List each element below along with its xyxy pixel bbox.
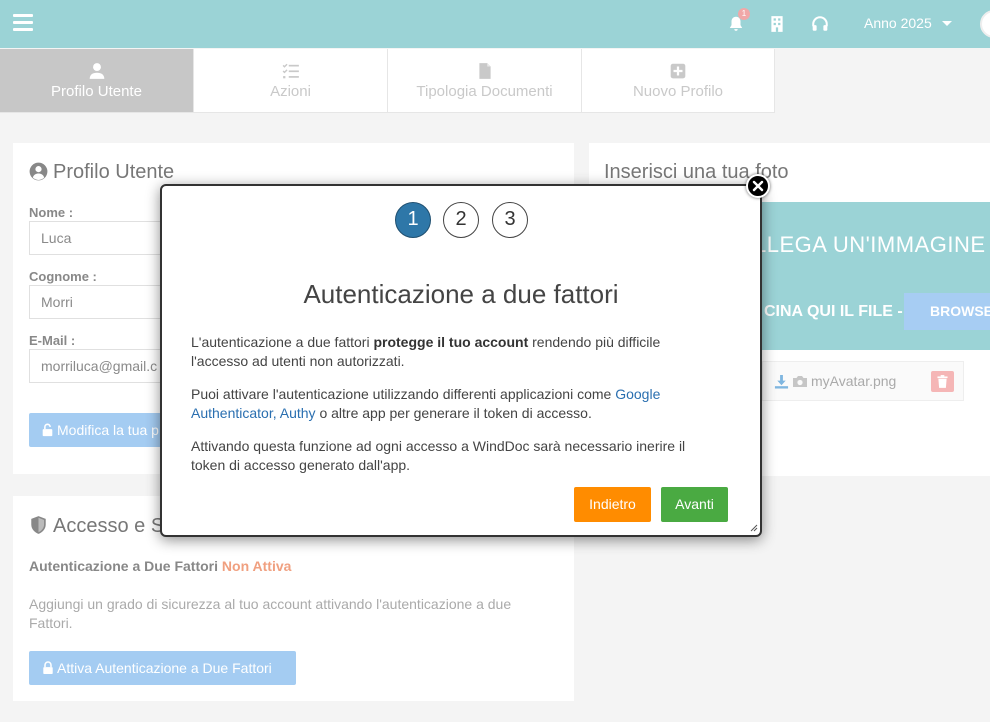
name-label: Nome : <box>29 205 74 220</box>
twofa-label: Autenticazione a Due Fattori <box>29 558 219 574</box>
plus-square-icon <box>670 63 686 79</box>
uploaded-file-row: myAvatar.png <box>762 361 964 401</box>
browse-button[interactable]: BROWSE <box>904 293 990 330</box>
tab-nuovo-profilo[interactable]: Nuovo Profilo <box>582 49 775 113</box>
twofa-status-line: Autenticazione a Due Fattori Non Attiva <box>29 558 291 574</box>
tab-profilo-utente[interactable]: Profilo Utente <box>0 49 194 113</box>
hamburger-menu-icon[interactable] <box>13 14 33 32</box>
tab-label: Nuovo Profilo <box>632 83 724 100</box>
tasks-icon <box>282 63 299 79</box>
modal-paragraph-1: L'autenticazione a due fattori protegge … <box>191 333 721 371</box>
step-3[interactable]: 3 <box>492 202 528 238</box>
security-title: Accesso e S <box>53 515 163 537</box>
step-2[interactable]: 2 <box>443 202 479 238</box>
delete-file-button[interactable] <box>931 371 954 392</box>
modal-paragraph-3: Attivando questa funzione ad ogni access… <box>191 438 686 473</box>
notification-badge: 1 <box>738 8 750 20</box>
activate-2fa-label: Attiva Autenticazione a Due Fattori <box>57 660 272 676</box>
status-badge: Non Attiva <box>221 558 292 574</box>
profile-title: Profilo Utente <box>53 161 175 183</box>
unlock-icon <box>42 423 53 437</box>
next-button[interactable]: Avanti <box>661 487 728 522</box>
user-icon <box>89 63 104 79</box>
document-icon <box>478 63 491 79</box>
p1-text: L'autenticazione a due fattori <box>191 334 374 350</box>
security-description: Aggiungi un grado di sicurezza al tuo ac… <box>29 596 512 631</box>
tab-tipologia-documenti[interactable]: Tipologia Documenti <box>388 49 582 113</box>
camera-icon <box>793 376 807 387</box>
close-icon <box>752 180 764 192</box>
close-modal-button[interactable] <box>746 174 770 198</box>
tab-bar: Profilo Utente Azioni Tipologia Document… <box>0 49 775 113</box>
tab-label: Azioni <box>270 83 311 100</box>
email-input[interactable]: morriluca@gmail.c <box>29 349 169 383</box>
email-label: E-Mail : <box>29 333 76 348</box>
p2-text-end: o altre app per generare il token di acc… <box>315 405 592 421</box>
download-icon[interactable] <box>774 374 789 389</box>
shield-icon <box>31 516 46 534</box>
back-button[interactable]: Indietro <box>574 487 651 522</box>
modal-paragraph-2: Puoi attivare l'autenticazione utilizzan… <box>191 385 721 423</box>
surname-input[interactable]: Morri <box>29 285 169 319</box>
step-1[interactable]: 1 <box>395 202 431 238</box>
authy-link[interactable]: Authy <box>280 405 316 421</box>
lock-icon <box>43 661 53 674</box>
file-name: myAvatar.png <box>811 373 897 389</box>
user-circle-icon <box>29 162 48 181</box>
avatar[interactable] <box>980 10 990 38</box>
p2-text: Puoi attivare l'autenticazione utilizzan… <box>191 386 616 402</box>
dropzone-title: LLEGA UN'IMMAGINE <box>754 232 986 257</box>
building-icon[interactable] <box>768 15 786 33</box>
edit-profile-label: Modifica la tua p <box>57 422 159 438</box>
name-input[interactable]: Luca <box>29 221 169 255</box>
two-factor-modal: 1 2 3 Autenticazione a due fattori L'aut… <box>160 184 762 537</box>
modal-title: Autenticazione a due fattori <box>303 279 619 309</box>
tab-label: Profilo Utente <box>51 83 142 100</box>
p1-bold: protegge il tuo account <box>373 334 529 350</box>
activate-2fa-button[interactable]: Attiva Autenticazione a Due Fattori <box>29 651 296 685</box>
tab-label: Tipologia Documenti <box>416 83 553 100</box>
headphones-icon[interactable] <box>811 15 829 33</box>
top-bar: 1 Anno 2025 <box>0 0 990 48</box>
tab-azioni[interactable]: Azioni <box>194 49 388 113</box>
caret-down-icon[interactable] <box>942 21 952 26</box>
dropzone-subtitle: CINA QUI IL FILE - <box>764 303 903 320</box>
resize-handle-icon[interactable] <box>748 522 758 532</box>
surname-label: Cognome : <box>29 269 97 284</box>
p2-separator: , <box>272 405 280 421</box>
trash-icon <box>937 375 948 388</box>
edit-profile-button[interactable]: Modifica la tua p <box>29 413 169 447</box>
year-selector[interactable]: Anno 2025 <box>864 15 932 31</box>
